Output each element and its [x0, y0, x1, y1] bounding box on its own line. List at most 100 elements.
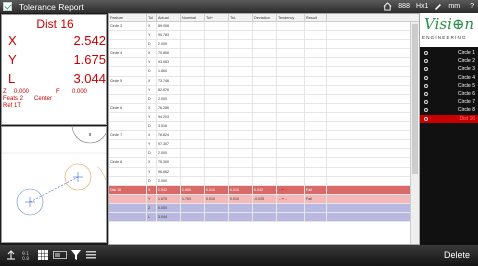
- radio-icon[interactable]: [424, 51, 428, 55]
- table-row[interactable]: Circle 6 X 76.286: [109, 103, 411, 113]
- table-row[interactable]: D 2.000: [109, 94, 411, 104]
- table-cell-tol: D: [147, 67, 157, 76]
- table-cell-feature: Circle 5: [109, 76, 147, 85]
- help-button[interactable]: ?: [470, 3, 474, 10]
- table-row[interactable]: Y 90.783: [109, 31, 411, 41]
- table-cell-actual: 3.044: [157, 212, 181, 222]
- table-row[interactable]: D 2.009: [109, 40, 411, 50]
- table-cell-feature: Circle 3: [109, 22, 147, 31]
- feature-list-item[interactable]: Circle 4: [420, 74, 478, 82]
- table-row[interactable]: Circle 8 X 75.300: [109, 158, 411, 168]
- radio-icon[interactable]: [424, 116, 428, 121]
- table-row[interactable]: Y 82.876: [109, 85, 411, 95]
- table-row[interactable]: D 2.000: [109, 176, 411, 186]
- tendency-arrow-icon: ←━→: [278, 187, 288, 192]
- grid-icon[interactable]: [38, 250, 48, 260]
- column-header[interactable]: Tol-: [229, 14, 253, 21]
- feature-list-item[interactable]: Circle 6: [420, 90, 478, 98]
- table-row[interactable]: Circle 7 X 76.824: [109, 131, 411, 141]
- table-row[interactable]: Y 97.307: [109, 140, 411, 150]
- table-cell-actual: 2.000: [157, 94, 181, 103]
- column-header[interactable]: Deviation: [253, 14, 277, 21]
- display-unit-label[interactable]: 888: [398, 3, 410, 10]
- table-cell-nominal: 2.500: [181, 185, 205, 194]
- column-header[interactable]: Result: [305, 14, 327, 21]
- radio-icon[interactable]: [424, 83, 428, 88]
- radio-icon[interactable]: [424, 75, 428, 80]
- table-scrollbar[interactable]: [410, 22, 419, 244]
- table-row[interactable]: Y 96.662: [109, 167, 411, 177]
- table-row[interactable]: Circle 3 X 89.008: [109, 22, 411, 32]
- table-row[interactable]: D 1.664: [109, 67, 411, 77]
- table-row[interactable]: D 3.516: [109, 122, 411, 132]
- radio-icon[interactable]: [424, 59, 428, 64]
- table-cell-feature: [109, 149, 147, 158]
- table-cell-tendency: [277, 49, 305, 58]
- feature-list-item[interactable]: Dist 16: [420, 114, 478, 123]
- table-cell-feature: [109, 31, 147, 40]
- checkbox-icon[interactable]: [3, 2, 12, 11]
- datum-icon[interactable]: [6, 250, 16, 260]
- table-cell-tendency: [277, 67, 305, 76]
- feature-list-item[interactable]: Circle 2: [420, 57, 478, 65]
- dro-f-label: F: [56, 89, 60, 95]
- dro-feats: Feats 2: [3, 96, 24, 102]
- table-cell-actual: 75.300: [157, 158, 181, 167]
- column-header[interactable]: Tol+: [205, 14, 229, 21]
- sort-icon[interactable]: 9.10.8: [22, 250, 32, 260]
- table-row[interactable]: Circle 4 X 70.806: [109, 49, 411, 59]
- table-cell-tol: D: [147, 40, 157, 49]
- feature-list-item[interactable]: Circle 1: [420, 49, 478, 57]
- table-cell-actual: 2.000: [157, 149, 181, 158]
- filter-icon[interactable]: [71, 250, 81, 260]
- column-header[interactable]: Actual: [157, 14, 181, 21]
- table-cell-toln: [229, 149, 253, 158]
- graphic-view[interactable]: [1, 126, 107, 243]
- table-cell-dev: [253, 94, 277, 103]
- table-cell-tol: D: [147, 122, 157, 131]
- column-header[interactable]: Tendency: [277, 14, 305, 21]
- table-cell-nominal: [181, 103, 205, 112]
- delete-button[interactable]: Delete: [444, 248, 470, 263]
- dro-y-label: Y: [8, 52, 17, 67]
- radio-icon[interactable]: [424, 92, 428, 96]
- table-cell-feature: [109, 176, 147, 185]
- table-row[interactable]: Y 93.063: [109, 58, 411, 68]
- tolerance-table[interactable]: Feature Tol Actual Nominal Tol+ Tol- Deviation…: [108, 13, 420, 245]
- feature-list-item[interactable]: Circle 3: [420, 65, 478, 73]
- table-cell-toln: [229, 167, 253, 176]
- table-cell-dev: [253, 112, 277, 122]
- table-row[interactable]: Z 0.000: [109, 203, 411, 213]
- radio-icon[interactable]: [424, 108, 428, 113]
- table-cell-feature: [109, 67, 147, 76]
- table-row[interactable]: D 2.000: [109, 149, 411, 159]
- home-icon[interactable]: [383, 2, 392, 11]
- table-cell-dev: [253, 58, 277, 67]
- scrollbar-thumb[interactable]: [412, 24, 418, 174]
- feature-list-item[interactable]: Circle 8: [420, 106, 478, 114]
- column-header[interactable]: Feature: [109, 14, 147, 21]
- hx-label[interactable]: Hx1: [416, 3, 428, 10]
- table-cell-actual: 96.662: [157, 167, 181, 176]
- table-row[interactable]: Y 94.203: [109, 112, 411, 123]
- table-cell-feature: [109, 40, 147, 49]
- table-cell-tendency: [277, 85, 305, 94]
- table-row[interactable]: Circle 5 X 73.746: [109, 76, 411, 86]
- table-cell-feature: [109, 122, 147, 131]
- radio-icon[interactable]: [424, 100, 428, 105]
- table-cell-toln: [229, 212, 253, 222]
- table-cell-result: [305, 149, 327, 158]
- table-row[interactable]: L 3.044: [109, 212, 411, 223]
- dro-panel: Dist 16 X 2.542 Y 1.675 L 3.044 Z 0.000 …: [1, 14, 107, 125]
- column-header[interactable]: Nominal: [181, 14, 205, 21]
- feature-list-item[interactable]: Circle 5: [420, 82, 478, 90]
- pen-icon[interactable]: [434, 3, 442, 11]
- table-row[interactable]: Dist 16 X 2.542 2.500 0.010 0.010 0.042 ←━→ Fail: [109, 185, 411, 195]
- report-icon[interactable]: [53, 250, 67, 260]
- radio-icon[interactable]: [424, 67, 428, 72]
- column-header[interactable]: Tol: [147, 14, 157, 21]
- units-label[interactable]: mm: [448, 3, 460, 10]
- list-icon[interactable]: [86, 250, 96, 260]
- table-row[interactable]: Y 1.675 1.700 0.010 0.010 -0.025 ←━→ Fail: [109, 194, 411, 204]
- feature-list-item[interactable]: Circle 7: [420, 98, 478, 106]
